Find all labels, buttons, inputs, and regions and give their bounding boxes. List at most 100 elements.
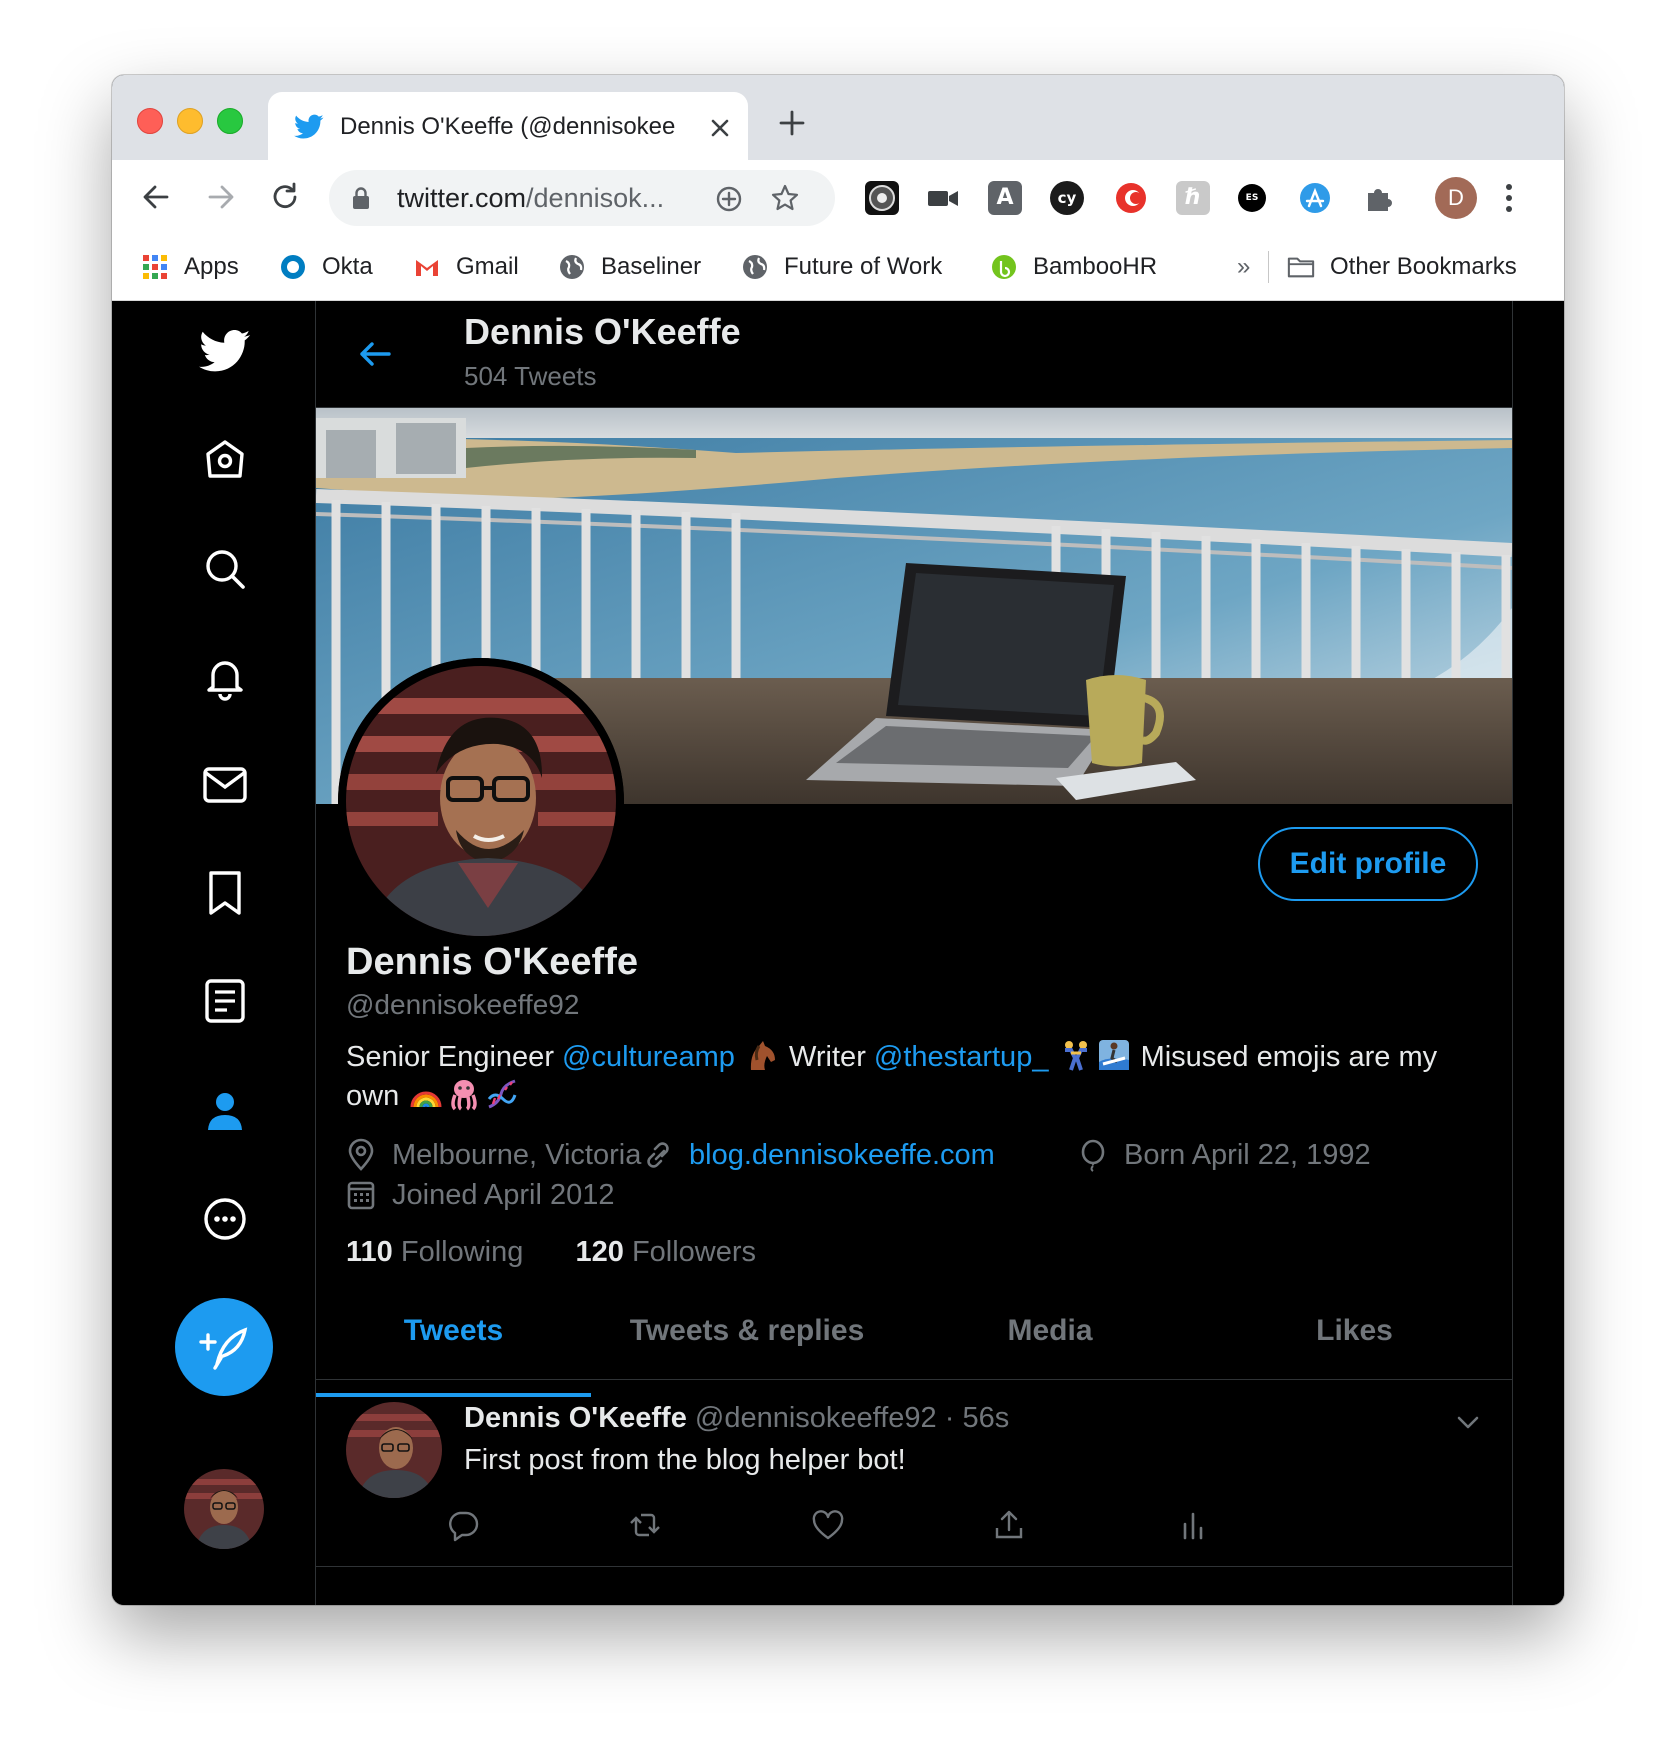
bookmark-okta[interactable]: Okta (279, 249, 373, 285)
messages-icon[interactable] (199, 759, 251, 811)
bookmark-gmail[interactable]: Gmail (413, 249, 519, 285)
followers-count: 120 (575, 1236, 624, 1268)
tab-likes[interactable]: Likes (1197, 1282, 1512, 1379)
globe-icon (743, 255, 767, 279)
tab-media[interactable]: Media (903, 1282, 1197, 1379)
profile-website[interactable]: blog.dennisokeeffe.com (643, 1135, 995, 1175)
bookmarks-overflow-button[interactable]: » (1237, 253, 1250, 281)
other-bookmarks[interactable]: Other Bookmarks (1287, 249, 1517, 285)
obs-icon[interactable] (865, 181, 899, 215)
website-link[interactable]: blog.dennisokeeffe.com (689, 1139, 995, 1172)
font-a-icon[interactable]: A (988, 181, 1022, 215)
followers-label: Followers (631, 1236, 757, 1268)
analytics-icon[interactable] (1176, 1508, 1210, 1542)
surfer-emoji-icon (1098, 1040, 1129, 1070)
browser-profile-avatar[interactable]: D (1435, 177, 1477, 219)
minimize-window-button[interactable] (177, 108, 203, 134)
address-bar[interactable]: twitter.com/dennisok... (329, 170, 835, 226)
lock-icon[interactable] (351, 186, 371, 210)
tweet-author-name[interactable]: Dennis O'Keeffe (464, 1402, 687, 1434)
maximize-window-button[interactable] (217, 108, 243, 134)
k-gray-icon[interactable]: ℏ (1176, 181, 1210, 215)
other-bookmarks-label: Other Bookmarks (1330, 253, 1517, 280)
bookmark-apps[interactable]: Apps (141, 249, 239, 285)
profile-joined: Joined April 2012 (346, 1175, 615, 1215)
browser-tab-active[interactable]: Dennis O'Keeffe (@dennisokee (268, 92, 748, 160)
url-domain: twitter.com (397, 183, 527, 213)
es-icon[interactable]: ES (1238, 184, 1266, 212)
close-tab-icon[interactable] (706, 114, 734, 142)
cy-icon[interactable]: cy (1050, 181, 1084, 215)
home-icon[interactable] (199, 434, 251, 486)
wrestlers-emoji-icon (1064, 1041, 1087, 1071)
bio-mention-thestartup[interactable]: @thestartup_ (874, 1041, 1049, 1073)
location-pin-icon (348, 1138, 374, 1171)
close-window-button[interactable] (137, 108, 163, 134)
bookmarks-icon[interactable] (199, 867, 251, 919)
bookmark-bamboohr[interactable]: BambooHR (990, 249, 1157, 285)
add-circle-icon[interactable] (714, 184, 744, 214)
bookmark-label: Baseliner (601, 253, 702, 280)
twitter-logo-icon[interactable] (199, 325, 251, 377)
browser-toolbar: twitter.com/dennisok... A cy ℏ ES D (112, 160, 1564, 235)
following-link[interactable]: 110 Following (346, 1236, 523, 1268)
reply-icon[interactable] (446, 1508, 480, 1542)
link-icon (647, 1142, 669, 1168)
bookmark-baseliner[interactable]: Baseliner (558, 249, 701, 285)
tab-tweets[interactable]: Tweets (316, 1282, 591, 1379)
explore-icon[interactable] (199, 543, 251, 595)
profile-icon[interactable] (199, 1085, 251, 1137)
video-camera-icon[interactable] (926, 181, 960, 215)
tab-tweets-and-replies[interactable]: Tweets & replies (591, 1282, 903, 1379)
bamboohr-icon (992, 255, 1016, 279)
lists-icon[interactable] (199, 975, 251, 1027)
chevron-down-icon[interactable] (1454, 1408, 1482, 1436)
browser-menu-icon[interactable] (1504, 182, 1514, 214)
tweet-author-handle[interactable]: @dennisokeeffe92 (695, 1402, 937, 1434)
bio-mention-cultureamp[interactable]: @cultureamp (562, 1041, 735, 1073)
folder-icon (1287, 257, 1315, 278)
tweet[interactable]: Dennis O'Keeffe @dennisokeeffe92 · 56s F… (316, 1380, 1512, 1567)
more-icon[interactable] (199, 1193, 251, 1245)
notifications-icon[interactable] (199, 651, 251, 703)
tab-title: Dennis O'Keeffe (@dennisokee (340, 113, 676, 140)
like-heart-icon[interactable] (811, 1508, 845, 1542)
header-tweet-count: 504 Tweets (464, 361, 597, 391)
tweet-time[interactable]: 56s (962, 1402, 1009, 1434)
reload-icon[interactable] (267, 179, 303, 215)
browser-window: Dennis O'Keeffe (@dennisokee twitter.com… (112, 75, 1564, 1605)
back-arrow-icon[interactable] (356, 335, 394, 373)
location-text: Melbourne, Victoria (392, 1138, 642, 1171)
following-label: Following (400, 1236, 524, 1268)
profile-avatar[interactable] (338, 658, 624, 944)
bookmark-label: Apps (184, 253, 239, 280)
app-store-icon[interactable] (1298, 181, 1332, 215)
retweet-icon[interactable] (628, 1508, 662, 1542)
url-text[interactable]: twitter.com/dennisok... (397, 182, 664, 214)
new-tab-icon[interactable] (777, 108, 807, 138)
account-avatar[interactable] (184, 1469, 264, 1549)
bookmark-future-of-work[interactable]: Future of Work (741, 249, 942, 285)
share-icon[interactable] (992, 1508, 1026, 1542)
edit-profile-button[interactable]: Edit profile (1258, 827, 1478, 901)
forward-arrow-icon[interactable] (203, 179, 239, 215)
horse-emoji-icon (750, 1041, 775, 1070)
bookmark-star-icon[interactable] (770, 183, 800, 213)
bookmark-label: Gmail (456, 253, 519, 280)
profile-header-bar: Dennis O'Keeffe 504 Tweets (316, 301, 1512, 408)
following-count: 110 (346, 1236, 393, 1268)
tweet-text: First post from the blog helper bot! (464, 1444, 906, 1476)
profile-birthday: Born April 22, 1992 (1078, 1135, 1371, 1175)
bio-text: Writer (781, 1041, 874, 1073)
header-name: Dennis O'Keeffe (464, 311, 741, 352)
bookmark-label: Future of Work (784, 253, 943, 280)
tweet-avatar[interactable] (346, 1402, 442, 1498)
dna-emoji-icon (488, 1079, 517, 1109)
c-red-icon[interactable] (1114, 181, 1148, 215)
followers-link[interactable]: 120 Followers (575, 1236, 756, 1268)
url-path: /dennisok... (526, 183, 665, 213)
tweet-separator: · (944, 1402, 955, 1434)
back-arrow-icon[interactable] (138, 179, 174, 215)
puzzle-icon[interactable] (1362, 181, 1396, 215)
compose-tweet-button[interactable] (175, 1298, 273, 1396)
